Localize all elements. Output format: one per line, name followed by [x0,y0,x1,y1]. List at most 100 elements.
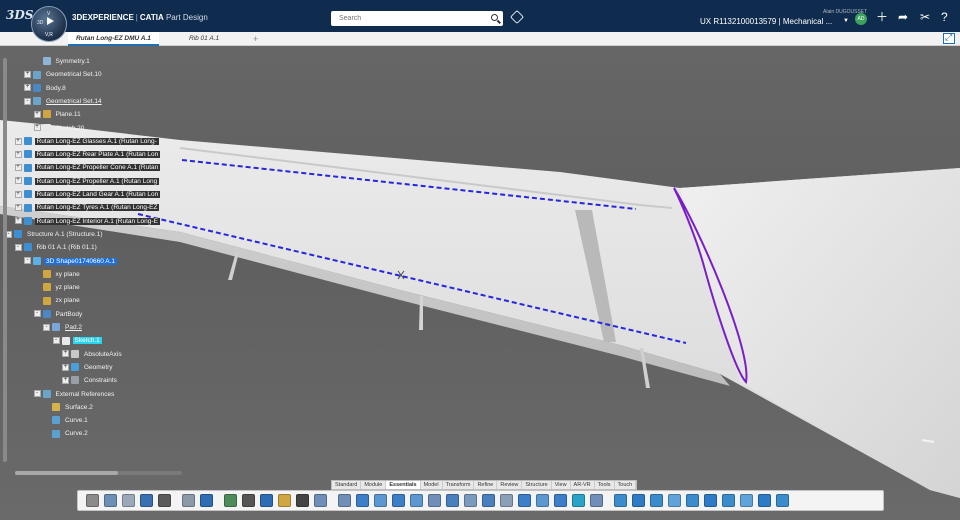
tree-node[interactable]: xy plane [42,269,82,281]
collapse-icon[interactable]: - [52,337,60,345]
tree-node[interactable]: + Rutan Long-EZ Propeller Cone A.1 (Rutan [14,162,161,174]
collapse-icon[interactable]: - [24,97,31,105]
expand-icon[interactable]: + [14,150,22,158]
groove-icon[interactable] [374,494,387,507]
tree-node[interactable]: Curve.1 [52,415,90,427]
chevron-down-icon[interactable]: ▼ [843,18,849,24]
tree-node[interactable]: - External References [33,389,117,401]
tree-node[interactable]: - Rib 01 A.1 (Rib 01.1) [14,242,99,254]
collapse-icon[interactable]: - [24,257,31,265]
tree-node[interactable]: - Pad.2 [43,322,84,334]
section-tab-transform[interactable]: Transform [443,481,475,489]
tree-node[interactable]: + Sketch.20 [33,123,87,135]
catalog-icon[interactable] [668,494,681,507]
search-box[interactable] [331,11,503,26]
measure-icon[interactable] [614,494,627,507]
paste-icon[interactable] [122,494,135,507]
tree-node[interactable]: + Plane.11 [33,109,83,121]
avatar[interactable]: AD [855,13,867,25]
tree-node[interactable]: - Geometrical Set.14 [24,96,104,108]
pad-icon[interactable] [314,494,327,507]
compass-icon[interactable]: 3D V V,R [31,6,67,42]
tree-node[interactable]: - 3D Shape01740660 A.1 [24,256,118,268]
tree-node[interactable]: - PartBody [33,309,85,321]
expand-icon[interactable]: + [62,350,69,358]
sketch-settings-icon[interactable] [224,494,237,507]
fullscreen-icon[interactable] [943,32,955,44]
compare-icon[interactable] [722,494,735,507]
section-tab-module[interactable]: Module [361,481,387,489]
pattern-icon[interactable] [536,494,549,507]
tree-node[interactable]: + Geometrical Set.10 [24,69,104,81]
tree-node[interactable]: + Rutan Long-EZ Propeller A.1 (Rutan Long [14,176,160,188]
axis-system-icon[interactable] [296,494,309,507]
section-tab-refine[interactable]: Refine [474,481,498,489]
section-icon[interactable] [632,494,645,507]
tree-node[interactable]: + Rutan Long-EZ Glasses A.1 (Rutan Long- [14,136,159,148]
render-icon[interactable] [686,494,699,507]
collapse-icon[interactable]: - [14,243,22,251]
section-tab-tools[interactable]: Tools [595,481,615,489]
tree-node[interactable]: Symmetry.1 [42,56,92,68]
knowledge-icon[interactable] [650,494,663,507]
search-input[interactable] [331,11,481,26]
section-tab-ar-vr[interactable]: AR-VR [571,481,595,489]
fillet-icon[interactable] [446,494,459,507]
expand-icon[interactable]: + [24,71,31,79]
drafting-icon[interactable] [758,494,771,507]
tree-node[interactable]: + AbsoluteAxis [62,349,124,361]
expand-icon[interactable]: + [33,110,41,118]
ds-logo[interactable]: 3DS [6,8,33,22]
tree-node[interactable]: + Geometry [62,362,115,374]
chamfer-icon[interactable] [464,494,477,507]
expand-icon[interactable]: + [24,84,31,92]
line-icon[interactable] [260,494,273,507]
tree-node[interactable]: + Body.8 [24,83,68,95]
collapse-icon[interactable]: - [33,390,41,398]
tools-icon[interactable]: ✂ [920,10,930,24]
analysis-icon[interactable] [740,494,753,507]
tree-node[interactable]: + Rutan Long-EZ Land Gear A.1 (Rutan Lon [14,189,161,201]
draft-icon[interactable] [482,494,495,507]
tree-node[interactable]: - Structure A.1 (Structure.1) [5,229,105,241]
rib-icon[interactable] [392,494,405,507]
tree-node[interactable]: + Constraints [62,375,119,387]
tab-rutan-dmu[interactable]: Rutan Long-EZ DMU A.1 [68,32,159,46]
tag-icon[interactable] [509,9,525,25]
cut-icon[interactable] [86,494,99,507]
tree-vertical-scrollbar[interactable] [3,58,7,462]
section-tab-structure[interactable]: Structure [522,481,552,489]
more-icon[interactable] [776,494,789,507]
tree-node[interactable]: Curve.2 [52,428,90,440]
search-icon[interactable] [491,14,498,21]
section-tab-touch[interactable]: Touch [615,481,637,489]
add-tab-button[interactable]: + [253,32,258,46]
tree-node[interactable]: yz plane [42,282,82,294]
tree-node[interactable]: zx plane [42,295,82,307]
copy-icon[interactable] [104,494,117,507]
tree-node[interactable]: Surface.2 [52,402,95,414]
tree-node[interactable]: + Rutan Long-EZ Rear Plate A.1 (Rutan Lon [14,149,161,161]
collab-space[interactable]: UX R1132100013579 | Mechanical ... [700,17,832,26]
sketch-icon[interactable] [200,494,213,507]
tree-node[interactable]: - Sketch.1 [52,335,102,347]
zoom-icon[interactable] [158,494,171,507]
tree-horizontal-scrollbar[interactable] [15,471,118,475]
section-tab-essentials[interactable]: Essentials [386,481,421,489]
plus-icon[interactable]: ＋ [876,10,888,24]
boolean-icon[interactable] [572,494,585,507]
section-tab-standard[interactable]: Standard [332,481,362,489]
tab-rib-01[interactable]: Rib 01 A.1 [181,32,227,46]
publish-icon[interactable] [704,494,717,507]
section-tab-model[interactable]: Model [421,481,443,489]
shaft-icon[interactable] [356,494,369,507]
hole-icon[interactable] [428,494,441,507]
expand-icon[interactable]: + [14,204,22,212]
tree-node[interactable]: + Rutan Long-EZ Tyres A.1 (Rutan Long-EZ [14,202,160,214]
shell-icon[interactable] [500,494,513,507]
expand-icon[interactable]: + [14,137,22,145]
collapse-icon[interactable]: - [33,310,41,318]
thickness-icon[interactable] [518,494,531,507]
expand-icon[interactable]: + [14,190,22,198]
mirror-icon[interactable] [554,494,567,507]
